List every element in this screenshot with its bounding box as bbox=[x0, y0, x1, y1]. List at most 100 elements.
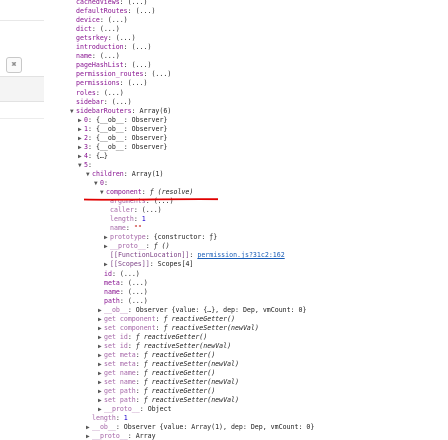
property-value[interactable]: (...) bbox=[128, 79, 148, 87]
property-value[interactable]: (...) bbox=[116, 34, 136, 42]
property-value: Object bbox=[147, 405, 172, 414]
property-key: meta bbox=[104, 278, 120, 287]
command-icon[interactable]: ⌘ bbox=[6, 57, 22, 73]
console-tree-row[interactable]: ▶ __proto__: ƒ () bbox=[104, 242, 170, 251]
property-key: id bbox=[104, 269, 112, 278]
console-tree-row[interactable]: ▶ 1: {__ob__: Observer} bbox=[78, 125, 167, 134]
console-tree-row: id: (...) bbox=[104, 270, 140, 279]
console-tree-row[interactable]: ▶ set meta: ƒ reactiveSetter(newVal) bbox=[98, 360, 239, 369]
key-separator: : bbox=[127, 305, 136, 314]
key-separator: : bbox=[111, 269, 120, 278]
property-value[interactable]: (...) bbox=[120, 270, 140, 278]
console-tree-row[interactable]: ▶ 4: {…} bbox=[78, 152, 108, 161]
console-tree-row[interactable]: ▶ __proto__: Object bbox=[98, 405, 172, 414]
property-value[interactable]: (...) bbox=[128, 288, 148, 296]
console-tree-row[interactable]: ▶ set component: ƒ reactiveSetter(newVal) bbox=[98, 324, 259, 333]
console-tree-row[interactable]: ▼ 5: bbox=[78, 161, 92, 170]
property-value[interactable]: (...) bbox=[132, 43, 152, 51]
key-separator: : bbox=[91, 52, 100, 61]
property-value: ƒ reactiveSetter(newVal) bbox=[143, 396, 239, 405]
key-separator: : bbox=[135, 396, 144, 405]
console-tree-row[interactable]: ▶ set name: ƒ reactiveSetter(newVal) bbox=[98, 378, 239, 387]
key-separator: : bbox=[155, 314, 164, 323]
property-value: Scopes[4] bbox=[157, 260, 194, 269]
key-separator: : bbox=[119, 278, 128, 287]
property-value[interactable]: (...) bbox=[132, 61, 152, 69]
property-value[interactable]: (...) bbox=[104, 89, 124, 97]
console-tree-row[interactable]: ▼ component: ƒ (resolve) bbox=[100, 188, 193, 197]
property-key: device bbox=[76, 16, 100, 25]
console-tree-row[interactable]: ▶ set id: ƒ reactiveSetter(newVal) bbox=[98, 342, 231, 351]
console-tree-row[interactable]: ▶ 0: {__ob__: Observer} bbox=[78, 116, 167, 125]
console-tree-row[interactable]: ▼ 0: bbox=[94, 179, 108, 188]
console-tree-row: device: (...) bbox=[76, 16, 128, 25]
property-value[interactable]: (...) bbox=[136, 7, 156, 15]
console-tree-row[interactable]: ▶ get name: ƒ reactiveGetter() bbox=[98, 369, 215, 378]
property-key: get name bbox=[104, 369, 136, 378]
property-key: children bbox=[92, 169, 124, 178]
key-separator: : bbox=[127, 341, 136, 350]
key-separator: : bbox=[149, 260, 158, 269]
property-value[interactable]: (...) bbox=[112, 98, 132, 106]
console-tree-row[interactable]: ▼ sidebarRouters: Array(6) bbox=[70, 107, 171, 116]
key-separator: : bbox=[119, 287, 128, 296]
property-key: caller bbox=[110, 206, 134, 215]
property-value[interactable]: (...) bbox=[100, 52, 120, 60]
property-key: set meta bbox=[104, 360, 136, 368]
key-separator: : bbox=[135, 369, 144, 378]
console-tree-row[interactable]: ▶ get id: ƒ reactiveGetter() bbox=[98, 333, 207, 342]
property-value[interactable]: (...) bbox=[128, 297, 148, 305]
console-tree-row: defaultRoutes: (...) bbox=[76, 7, 155, 16]
console-tree-row[interactable]: ▼ children: Array(1) bbox=[86, 170, 163, 179]
property-key: dict bbox=[76, 25, 92, 34]
source-location-link[interactable]: permission.js?31c2:162 bbox=[197, 251, 284, 259]
console-tree-row[interactable]: ▶ 2: {__ob__: Observer} bbox=[78, 134, 167, 143]
property-value: Array bbox=[135, 432, 156, 440]
property-key: length bbox=[92, 414, 116, 423]
console-tree-row[interactable]: ▶ set path: ƒ reactiveSetter(newVal) bbox=[98, 396, 239, 405]
property-value[interactable]: (...) bbox=[128, 0, 148, 6]
console-tree-row: name: (...) bbox=[76, 52, 120, 61]
console-tree-row[interactable]: ▶ __ob__: Observer {value: Array(1), dep:… bbox=[86, 423, 314, 432]
page-divider bbox=[0, 20, 44, 21]
console-tree-row[interactable]: ▶ get component: ƒ reactiveGetter() bbox=[98, 315, 235, 324]
property-value: ƒ reactiveGetter() bbox=[135, 332, 208, 341]
property-value[interactable]: (...) bbox=[108, 16, 128, 24]
key-separator: : bbox=[107, 34, 116, 43]
key-separator: : bbox=[133, 215, 142, 224]
property-key: introduction bbox=[76, 43, 124, 52]
property-value[interactable]: (...) bbox=[128, 279, 148, 287]
key-separator: : bbox=[119, 79, 128, 88]
property-value: ƒ reactiveSetter(newVal) bbox=[143, 360, 239, 368]
devtools-console: cachedViews: (...) defaultRoutes: (...) de… bbox=[44, 0, 448, 440]
property-value[interactable]: (...) bbox=[142, 206, 162, 214]
property-value: ƒ (resolve) bbox=[149, 188, 194, 197]
property-key: component bbox=[106, 188, 142, 197]
key-separator: : bbox=[141, 188, 150, 197]
property-key: set component bbox=[104, 323, 156, 332]
console-tree-row: pageHashList: (...) bbox=[76, 61, 151, 70]
key-separator: : bbox=[135, 378, 144, 387]
property-key: prototype bbox=[110, 233, 146, 242]
property-key: roles bbox=[76, 88, 96, 97]
console-tree-row[interactable]: ▶ __ob__: Observer {value: {…}, dep: Dep,… bbox=[98, 306, 306, 315]
console-tree-row[interactable]: ▶ __proto__: Array bbox=[86, 432, 156, 440]
property-key: set name bbox=[104, 378, 136, 387]
property-value[interactable]: (...) bbox=[154, 197, 174, 205]
property-key: __ob__ bbox=[92, 423, 116, 432]
console-tree-row[interactable]: ▶ get meta: ƒ reactiveGetter() bbox=[98, 351, 215, 360]
property-value: {__ob__: Observer} bbox=[95, 115, 168, 124]
console-tree-row[interactable]: ▶ 3: {__ob__: Observer} bbox=[78, 143, 167, 152]
key-separator: : bbox=[145, 197, 154, 206]
property-key: permission_routes bbox=[76, 70, 144, 79]
property-value[interactable]: (...) bbox=[151, 70, 171, 78]
console-tree-row: roles: (...) bbox=[76, 89, 124, 98]
console-tree-row[interactable]: ▶ prototype: {constructor: ƒ} bbox=[104, 233, 217, 242]
property-key: name bbox=[104, 287, 120, 296]
console-tree-row[interactable]: ▶ [[Scopes]]: Scopes[4] bbox=[104, 260, 193, 269]
property-key: get component bbox=[104, 314, 156, 323]
property-value[interactable]: (...) bbox=[100, 25, 120, 33]
property-key: name bbox=[110, 224, 126, 233]
console-tree-row[interactable]: ▶ get path: ƒ reactiveGetter() bbox=[98, 387, 215, 396]
console-tree-row: length: 1 bbox=[110, 215, 146, 224]
